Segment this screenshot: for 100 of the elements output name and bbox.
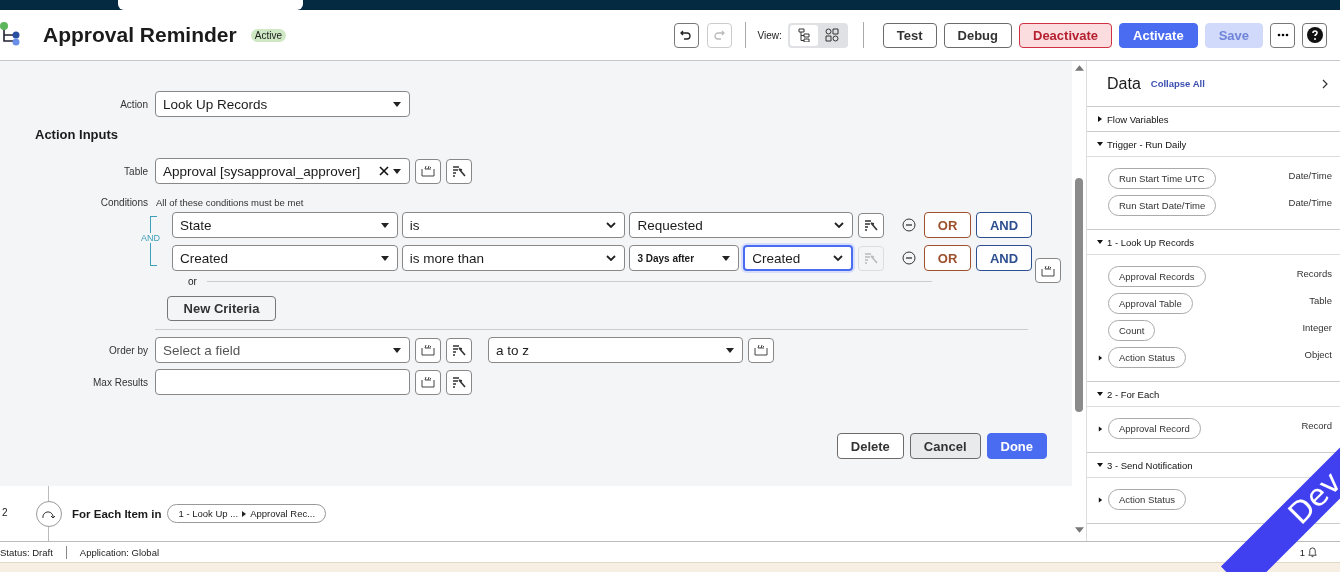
chevron-down-icon	[834, 222, 845, 228]
data-type-label: Records	[1296, 268, 1332, 279]
footer-button[interactable]: Done	[986, 433, 1047, 459]
data-pill-button[interactable]	[415, 158, 441, 184]
table-dropdown[interactable]: Approval [sysapproval_approver]	[155, 158, 410, 184]
chevron-down-icon	[833, 255, 844, 261]
data-pill-button[interactable]	[748, 337, 774, 363]
sort-direction-dropdown[interactable]: a to z	[488, 337, 743, 363]
collapse-all-link[interactable]: Collapse All	[1150, 78, 1205, 89]
help-button[interactable]	[1302, 22, 1327, 48]
scroll-down-icon[interactable]	[1074, 527, 1084, 533]
caret-down-icon	[1097, 141, 1103, 147]
value-select[interactable]: Created	[743, 245, 854, 271]
data-type-label: Date/Time	[1288, 197, 1332, 208]
caret-right-icon[interactable]	[1098, 354, 1103, 361]
data-pill-button[interactable]	[1035, 258, 1061, 283]
bell-icon[interactable]	[1307, 546, 1318, 558]
condition-field-dropdown[interactable]: Created	[172, 245, 398, 271]
field-picker-button[interactable]	[446, 158, 472, 184]
data-pill[interactable]: Approval Records	[1108, 266, 1206, 287]
data-pill-icon	[421, 165, 435, 177]
application-text: Application: Global	[79, 546, 160, 558]
picker-icon	[864, 252, 879, 264]
remove-condition-button[interactable]	[902, 218, 917, 232]
data-pill[interactable]: Run Start Time UTC	[1108, 168, 1216, 189]
field-picker-button[interactable]	[858, 212, 885, 238]
header-button[interactable]: Debug	[943, 22, 1012, 48]
operator-select[interactable]: is	[401, 212, 626, 238]
panel-title: Data	[1107, 74, 1141, 93]
and-button[interactable]: AND	[976, 212, 1032, 238]
data-type-label: Object	[1304, 349, 1332, 360]
joiner-label: AND	[141, 233, 160, 243]
scroll-up-icon[interactable]	[1074, 65, 1084, 71]
data-pill[interactable]: Action Status	[1108, 347, 1186, 368]
caret-right-icon[interactable]	[1098, 425, 1103, 432]
more-icon	[1276, 33, 1289, 37]
caret-icon	[393, 101, 401, 107]
caret-down-icon	[1097, 462, 1103, 468]
remove-condition-button[interactable]	[902, 251, 917, 265]
field-picker-button[interactable]	[446, 369, 472, 395]
and-button[interactable]: AND	[976, 245, 1032, 271]
or-separator-label: or	[188, 276, 197, 287]
picker-icon	[452, 376, 466, 388]
picker-icon	[452, 344, 466, 356]
caret-down-icon	[1097, 239, 1103, 245]
caret-icon	[393, 347, 401, 353]
step-label: For Each Item in	[72, 507, 162, 520]
conditions-note: All of these conditions must be met	[156, 197, 304, 208]
action-dropdown[interactable]: Look Up Records	[155, 91, 410, 117]
operator-select[interactable]: is more than	[401, 245, 626, 271]
max-results-field[interactable]	[155, 369, 410, 395]
caret-right-icon	[1097, 116, 1103, 122]
data-type-label: Record	[1301, 420, 1332, 431]
undo-button[interactable]	[673, 22, 699, 48]
clear-icon	[379, 166, 389, 176]
field-label: Table	[123, 165, 148, 177]
data-pill[interactable]: Action Status	[1108, 489, 1186, 510]
data-pill[interactable]: Run Start Date/Time	[1108, 195, 1217, 216]
notification-count[interactable]: 1	[1299, 546, 1305, 558]
view-mode-button[interactable]	[789, 24, 818, 46]
loop-step-icon	[36, 500, 62, 527]
or-button[interactable]: OR	[924, 212, 972, 238]
caret-icon	[726, 347, 734, 353]
or-button[interactable]: OR	[924, 245, 972, 271]
field-label: Action	[119, 98, 148, 110]
caret-icon	[380, 255, 389, 261]
header-button[interactable]: Test	[882, 22, 937, 48]
header-button[interactable]: Deactivate	[1019, 22, 1113, 48]
more-button[interactable]	[1270, 22, 1295, 48]
new-criteria-button[interactable]: New Criteria	[167, 296, 276, 321]
footer-button[interactable]: Delete	[836, 433, 904, 459]
value-select[interactable]: Requested	[629, 212, 854, 238]
data-type-label: Table	[1309, 295, 1332, 306]
chevron-right-icon[interactable]	[1322, 78, 1328, 89]
section-heading: Action Inputs	[35, 127, 120, 144]
modifier-dropdown[interactable]: 3 Days after	[629, 245, 740, 271]
data-pill[interactable]: Approval Record	[1108, 418, 1201, 439]
scroll-thumb[interactable]	[1075, 178, 1083, 412]
grid-view-icon	[824, 28, 839, 42]
header-button[interactable]: Activate	[1119, 22, 1198, 48]
order-by-dropdown[interactable]: Select a field	[155, 337, 410, 363]
data-pill-button[interactable]	[415, 337, 441, 363]
field-label: Conditions	[99, 197, 148, 208]
redo-icon	[713, 29, 725, 41]
data-type-label: Date/Time	[1288, 170, 1332, 181]
caret-down-icon	[1097, 391, 1103, 397]
data-pill-icon	[754, 344, 768, 356]
data-pill-icon	[421, 344, 435, 356]
condition-field-dropdown[interactable]: State	[172, 212, 398, 238]
field-picker-button[interactable]	[446, 337, 472, 363]
chevron-down-icon	[606, 255, 617, 261]
data-pill[interactable]: Approval Table	[1108, 293, 1193, 314]
field-label: Max Results	[92, 376, 148, 388]
step-number: 2	[2, 507, 9, 518]
data-pill-button[interactable]	[415, 369, 441, 395]
minus-circle-icon	[902, 251, 917, 265]
caret-right-icon[interactable]	[1098, 496, 1103, 503]
minus-circle-icon	[902, 218, 917, 232]
footer-button[interactable]: Cancel	[909, 433, 981, 459]
data-pill[interactable]: Count	[1108, 320, 1156, 341]
